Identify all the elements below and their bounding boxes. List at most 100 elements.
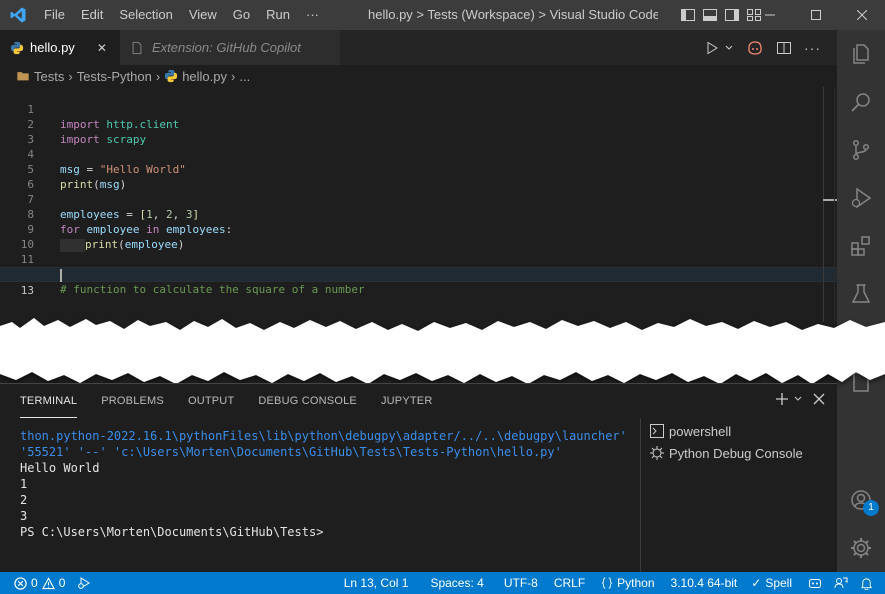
tab-problems[interactable]: PROBLEMS: [101, 384, 164, 418]
terminal-line: '55521' '--' 'c:\Users\Morten\Documents\…: [20, 445, 562, 459]
breadcrumb-item-tests-python[interactable]: Tests-Python: [77, 69, 152, 84]
language-mode[interactable]: Python: [595, 572, 660, 594]
cursor-position[interactable]: Ln 13, Col 1: [338, 572, 415, 594]
live-share-button[interactable]: [802, 572, 828, 594]
menu-file[interactable]: File: [36, 0, 73, 30]
chevron-down-icon[interactable]: [793, 392, 803, 406]
terminal-line: thon.python-2022.16.1\pythonFiles\lib\py…: [20, 429, 627, 443]
terminal-list: powershell Python Debug Console: [650, 420, 803, 464]
code-line: 12 # function to calculate the square of…: [0, 252, 837, 296]
tab-output[interactable]: OUTPUT: [188, 384, 234, 418]
run-debug-icon: [78, 577, 91, 589]
menu-selection[interactable]: Selection: [111, 0, 180, 30]
run-debug-icon[interactable]: [849, 186, 873, 210]
split-editor-icon[interactable]: [776, 40, 792, 56]
braces-icon: [602, 577, 613, 589]
menu-go[interactable]: Go: [225, 0, 258, 30]
line-number: 13: [20, 284, 34, 297]
vscode-logo[interactable]: [0, 0, 36, 30]
code-line: 2 import scrapy: [0, 102, 837, 146]
files-icon[interactable]: [849, 42, 873, 66]
copilot-icon[interactable]: [746, 40, 764, 56]
debug-icon: [650, 446, 664, 460]
terminal-item-python-debug[interactable]: Python Debug Console: [650, 442, 803, 464]
close-icon[interactable]: [813, 393, 825, 405]
tab-label: hello.py: [30, 40, 75, 55]
tab-hello-py[interactable]: hello.py ✕: [0, 30, 120, 65]
terminal-line: 2: [20, 493, 28, 507]
python-icon: [165, 69, 178, 83]
end-of-line[interactable]: CRLF: [548, 572, 591, 594]
bottom-panel: TERMINAL PROBLEMS OUTPUT DEBUG CONSOLE J…: [0, 383, 837, 573]
code-comment: # function to calculate the square of a …: [60, 283, 365, 296]
code-line: 8 for employee in employees:: [0, 192, 837, 236]
code-line: 9 print(employee): [0, 207, 837, 252]
minimize-button[interactable]: [747, 0, 793, 30]
panel-actions: [775, 392, 825, 406]
more-icon[interactable]: ···: [804, 40, 821, 56]
warning-icon: [41, 576, 55, 589]
tab-label: Extension: GitHub Copilot: [152, 40, 301, 55]
error-icon: [14, 576, 27, 590]
extensions-icon[interactable]: [849, 234, 873, 258]
maximize-button[interactable]: [793, 0, 839, 30]
toggle-panel-icon[interactable]: [702, 7, 718, 23]
source-control-icon[interactable]: [849, 138, 873, 162]
add-icon[interactable]: [775, 392, 789, 406]
menu-bar: File Edit Selection View Go Run ···: [36, 0, 327, 30]
search-icon[interactable]: [849, 90, 873, 114]
menu-run[interactable]: Run: [258, 0, 298, 30]
settings-gear-icon[interactable]: [849, 536, 873, 560]
run-icon[interactable]: [704, 40, 720, 56]
indentation[interactable]: Spaces: 4: [424, 572, 489, 594]
terminal-item-powershell[interactable]: powershell: [650, 420, 803, 442]
warning-count: 0: [58, 576, 66, 590]
terminal-output[interactable]: thon.python-2022.16.1\pythonFiles\lib\py…: [20, 428, 635, 540]
minimize-icon: [765, 14, 775, 16]
breadcrumb-item-more[interactable]: ...: [239, 69, 250, 84]
window-title: hello.py > Tests (Workspace) > Visual St…: [368, 7, 658, 22]
current-code-line: 13: [0, 267, 837, 297]
tab-terminal[interactable]: TERMINAL: [20, 384, 78, 418]
tab-jupyter[interactable]: JUPYTER: [381, 384, 433, 418]
feedback-button[interactable]: [828, 572, 854, 594]
status-bar-right: Ln 13, Col 1 Spaces: 4 UTF-8 CRLF Python…: [338, 572, 885, 594]
file-icon: [132, 41, 142, 54]
window-controls: [747, 0, 885, 30]
editor-tabs: hello.py ✕ Extension: GitHub Copilot ···: [0, 30, 837, 65]
tab-debug-console[interactable]: DEBUG CONSOLE: [258, 384, 357, 418]
live-share-icon: [809, 579, 821, 588]
spell-check[interactable]: ✓ Spell: [745, 572, 798, 594]
bell-icon: [860, 577, 873, 590]
language-label: Python: [617, 576, 655, 590]
terminal-line: Hello World: [20, 461, 100, 475]
code-line: 6: [0, 162, 837, 191]
close-window-button[interactable]: [839, 0, 885, 30]
chevron-down-icon[interactable]: [724, 40, 734, 56]
breadcrumb-item-tests[interactable]: Tests: [34, 69, 64, 84]
toggle-primary-sidebar-icon[interactable]: [680, 7, 696, 23]
debug-launch-button[interactable]: [71, 572, 97, 594]
code-line: 7 employees = [1, 2, 3]: [0, 177, 837, 221]
encoding[interactable]: UTF-8: [498, 572, 544, 594]
chevron-right-icon: ›: [155, 68, 161, 84]
terminal-list-divider: [640, 418, 641, 573]
code-line: 1 import http.client: [0, 87, 837, 131]
code-line: 11: [0, 237, 837, 266]
notifications-button[interactable]: [854, 572, 885, 594]
python-interpreter[interactable]: 3.10.4 64-bit: [665, 572, 744, 594]
menu-edit[interactable]: Edit: [73, 0, 111, 30]
toggle-secondary-sidebar-icon[interactable]: [724, 7, 740, 23]
tab-close-icon[interactable]: ✕: [97, 41, 107, 55]
terminal-item-label: Python Debug Console: [669, 445, 803, 461]
code-editor[interactable]: 1 import http.client 2 import scrapy 3 4…: [0, 87, 837, 322]
terminal-item-label: powershell: [669, 423, 732, 439]
problems-status[interactable]: 0 0: [0, 572, 71, 594]
menu-more[interactable]: ···: [298, 0, 327, 30]
terminal-prompt: PS C:\Users\Morten\Documents\GitHub\Test…: [20, 525, 324, 539]
tab-extension-copilot[interactable]: Extension: GitHub Copilot: [120, 30, 340, 65]
menu-view[interactable]: View: [181, 0, 225, 30]
check-icon: ✓: [751, 576, 762, 590]
title-bar: File Edit Selection View Go Run ··· hell…: [0, 0, 885, 30]
breadcrumb-item-hello-py[interactable]: hello.py: [182, 69, 227, 84]
